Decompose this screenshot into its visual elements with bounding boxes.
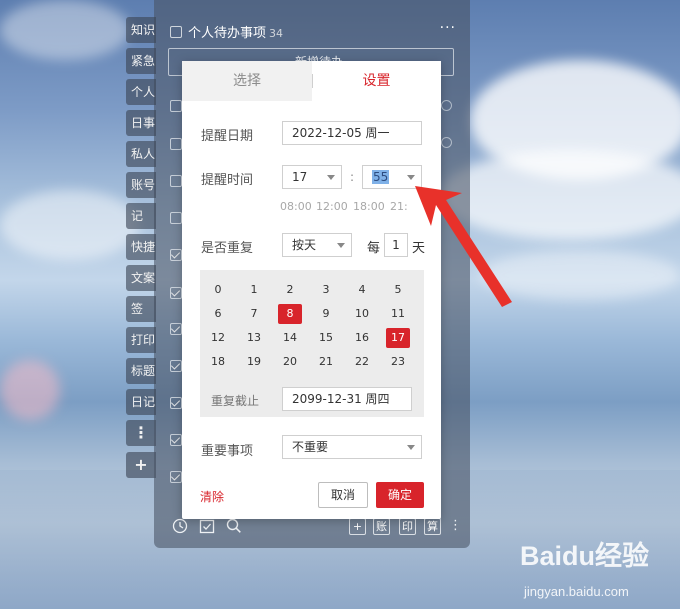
baidu-jingyan-logo: Baidu经验 (520, 541, 650, 571)
category-tab[interactable]: 账号 (126, 172, 156, 198)
category-tab[interactable]: 紧急 (126, 48, 156, 74)
category-tab[interactable]: 标题 (126, 358, 156, 384)
category-tab[interactable]: 私人 (126, 141, 156, 167)
category-tab[interactable]: 日记 (126, 389, 156, 415)
category-tab[interactable]: 文案 (126, 265, 156, 291)
category-tab[interactable]: 记 (126, 203, 156, 229)
category-tab[interactable]: 打印 (126, 327, 156, 353)
annotation-arrow (415, 186, 512, 307)
category-tab[interactable]: 日事 (126, 110, 156, 136)
category-tab[interactable]: 签 (126, 296, 156, 322)
category-tab[interactable]: 知识 (126, 17, 156, 43)
category-tab[interactable]: 个人 (126, 79, 156, 105)
red-arrow-shape (415, 186, 512, 307)
watermark-url: jingyan.baidu.com (524, 584, 629, 599)
category-tab[interactable]: 快捷 (126, 234, 156, 260)
